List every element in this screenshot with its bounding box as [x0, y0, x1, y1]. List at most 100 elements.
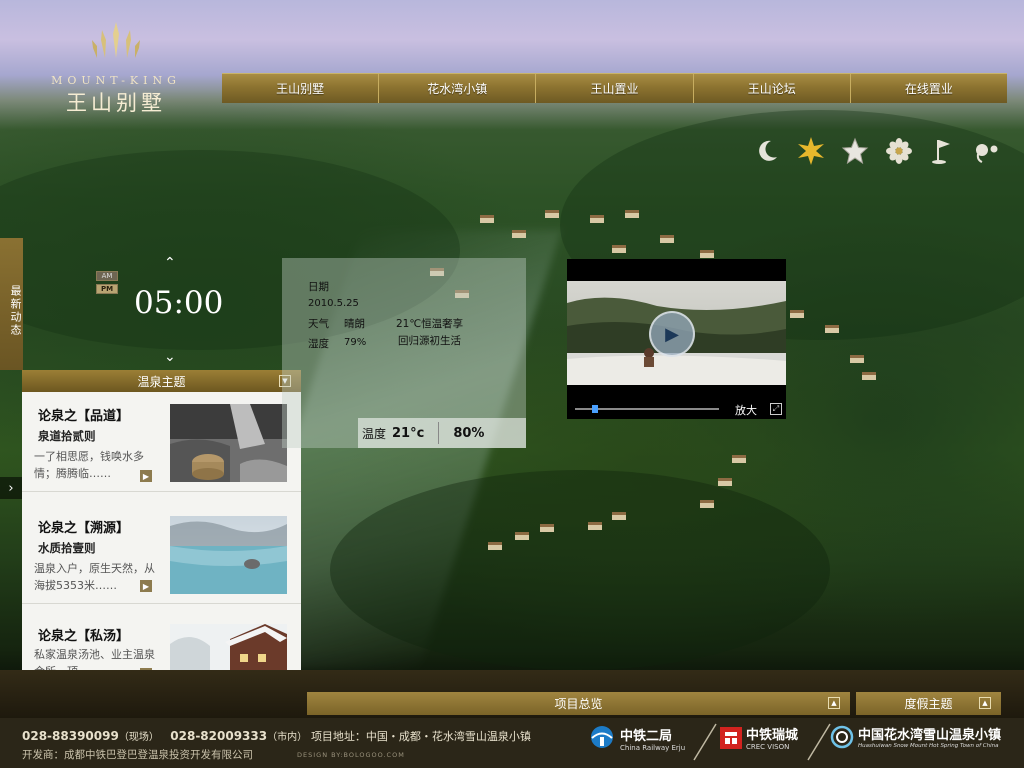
villa: [612, 245, 626, 253]
villa: [625, 210, 639, 218]
project-overview-tab[interactable]: 项目总览 ▲: [307, 692, 850, 715]
sun-icon[interactable]: [796, 136, 826, 166]
mountain-ridge: [330, 470, 830, 670]
developer-info: 开发商：成都中铁巴登巴登温泉投资开发有限公司: [22, 749, 253, 761]
more-arrow-icon[interactable]: ▶: [140, 470, 152, 482]
expand-arrow-icon[interactable]: ›: [0, 477, 22, 499]
phone-onsite-tag: （现场）: [118, 732, 159, 743]
partner-1-name: 中铁二局: [620, 728, 673, 744]
humidity-label: 湿度: [308, 338, 329, 350]
chevron-down-icon[interactable]: ⌄: [164, 349, 176, 365]
partner-1-sub: China Railway Erju: [620, 743, 686, 752]
villa: [700, 500, 714, 508]
humidity-value: 79%: [344, 337, 367, 348]
villa: [850, 355, 864, 363]
partner-logo-crec-vison[interactable]: 中铁瑞城 CREC VISON: [720, 724, 798, 751]
design-credit[interactable]: DESIGN BY:BOLOGOO.COM: [297, 751, 405, 759]
huashuiwan-swirl-icon: [830, 725, 854, 748]
theme-title: 论泉之【溯源】: [38, 521, 130, 536]
clock-time: 05:00: [134, 285, 224, 321]
video-frame[interactable]: ▶: [567, 281, 786, 385]
partner-3-name: 中国花水湾雪山温泉小镇: [858, 728, 1002, 743]
flag-icon[interactable]: [928, 136, 958, 166]
flower-icon[interactable]: [884, 136, 914, 166]
latest-news-tab[interactable]: 最新动态: [0, 238, 23, 370]
theme-item[interactable]: 论泉之【品道】 泉道拾贰则 一了相思愿，钱唤水多情；腾腾临…… ▶: [22, 392, 301, 492]
theme-icon-row: [752, 134, 1002, 168]
slogan-line-2: 回归源初生活: [398, 335, 461, 347]
temperature-readout: 温度 21°c 80%: [358, 418, 526, 448]
play-icon[interactable]: ▶: [649, 311, 695, 357]
villa: [590, 215, 604, 223]
partner-2-sub: CREC VISON: [746, 743, 790, 751]
villa: [732, 455, 746, 463]
nav-item-forum[interactable]: 王山论坛: [694, 74, 851, 103]
villa: [588, 522, 602, 530]
divider: [438, 422, 440, 444]
weather-panel: 日期 2010.5.25 天气 晴朗 湿度 79% 21℃恒温奢享 回归源初生活…: [282, 258, 526, 448]
villa: [512, 230, 526, 238]
villa: [700, 250, 714, 258]
weather-label: 天气: [308, 318, 329, 330]
top-navigation: 王山别墅 花水湾小镇 王山置业 王山论坛 在线置业: [222, 73, 1007, 103]
nav-item-mount-king[interactable]: 王山别墅: [222, 74, 380, 103]
holiday-theme-label: 度假主题: [904, 697, 953, 711]
project-address: 项目地址：中国・成都・花水湾雪山温泉小镇: [310, 730, 531, 743]
phone-city-tag: （市内）: [267, 732, 308, 743]
theme-item[interactable]: 论泉之【溯源】 水质拾壹则 温泉入户，原生天然，从海拔5353米…… ▶: [22, 504, 301, 604]
star-icon[interactable]: [840, 136, 870, 166]
temperature-value: 21°c: [392, 425, 425, 441]
hot-spring-themes-panel: 温泉主题 ▼ 论泉之【品道】 泉道拾贰则 一了相思愿，钱唤水多情；腾腾临…… ▶…: [22, 370, 301, 702]
divider-slash: [807, 723, 831, 761]
am-toggle[interactable]: AM: [96, 271, 118, 281]
slogan-line-1: 21℃恒温奢享: [396, 318, 464, 330]
villa: [660, 235, 674, 243]
nav-item-online-purchase[interactable]: 在线置业: [851, 74, 1007, 103]
theme-thumbnail[interactable]: [170, 404, 287, 482]
villa: [540, 524, 554, 532]
progress-handle[interactable]: [592, 405, 598, 413]
zoom-button[interactable]: 放大: [735, 402, 757, 418]
date-value: 2010.5.25: [308, 298, 359, 309]
villa: [825, 325, 839, 333]
villa: [612, 512, 626, 520]
crec-vison-icon: [720, 726, 742, 749]
contact-line: 028-88390099（现场） 028-82009333（市内） 项目地址：中…: [22, 728, 531, 744]
theme-title: 论泉之【品道】: [38, 409, 130, 424]
themes-panel-header: 温泉主题 ▼: [22, 370, 301, 392]
crec-globe-icon: [591, 726, 613, 748]
chevron-up-icon[interactable]: ⌃: [164, 255, 176, 271]
logo-chinese: 王山别墅: [66, 91, 166, 115]
crown-icon: [92, 22, 140, 58]
more-arrow-icon[interactable]: ▶: [140, 580, 152, 592]
partner-logo-crec-erju[interactable]: 中铁二局 China Railway Erju: [588, 724, 685, 752]
theme-subtitle: 泉道拾贰则: [38, 429, 96, 443]
expand-icon[interactable]: ▲: [828, 697, 840, 709]
phone-city: 028-82009333: [170, 729, 268, 743]
video-player[interactable]: ▶ 放大 ⤢: [567, 259, 786, 419]
dots-icon[interactable]: [972, 136, 1002, 166]
logo-english: MOUNT-KING: [51, 74, 181, 87]
divider-slash: [693, 723, 717, 761]
holiday-theme-tab[interactable]: 度假主题 ▲: [856, 692, 1001, 715]
date-label: 日期: [308, 281, 329, 293]
villa: [862, 372, 876, 380]
villa: [488, 542, 502, 550]
brand-logo[interactable]: MOUNT-KING 王山别墅: [26, 20, 206, 130]
themes-panel-title: 温泉主题: [137, 374, 186, 389]
partner-logo-huashuiwan[interactable]: 中国花水湾雪山温泉小镇 Huashuiwan Snow Mount Hot Sp…: [830, 724, 1001, 749]
nav-item-huashuiwan-town[interactable]: 花水湾小镇: [379, 74, 537, 103]
clock-widget: ⌃ AM PM 05:00 ⌄: [96, 255, 226, 370]
percent-value: 80%: [453, 425, 485, 441]
villa: [515, 532, 529, 540]
villa: [545, 210, 559, 218]
pm-toggle[interactable]: PM: [96, 284, 118, 294]
temperature-label: 温度: [362, 426, 387, 441]
partner-3-sub: Huashuiwan Snow Mount Hot Spring Town of…: [858, 743, 999, 749]
phone-onsite: 028-88390099: [22, 729, 119, 743]
moon-icon[interactable]: [752, 136, 782, 166]
fullscreen-icon[interactable]: ⤢: [770, 403, 782, 415]
expand-icon[interactable]: ▲: [979, 697, 991, 709]
theme-thumbnail[interactable]: [170, 516, 287, 594]
nav-item-real-estate[interactable]: 王山置业: [536, 74, 694, 103]
